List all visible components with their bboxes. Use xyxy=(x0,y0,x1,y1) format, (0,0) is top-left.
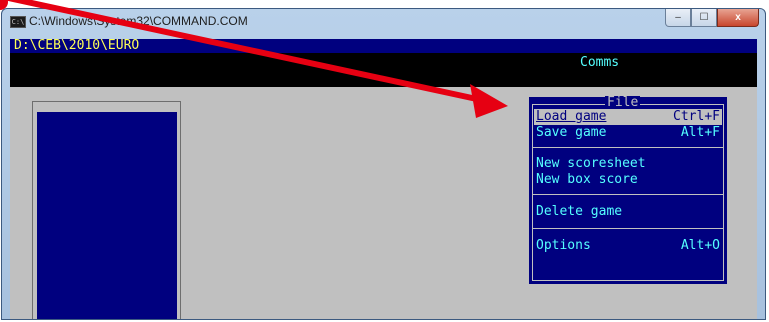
menu-separator xyxy=(532,228,724,229)
file-menu: File Load game Ctrl+F Save game Alt+F Ne… xyxy=(529,95,727,284)
menu-item-label: Delete game xyxy=(536,204,623,219)
maximize-icon: ☐ xyxy=(699,12,709,23)
menu-item-label: Save game xyxy=(536,125,607,140)
menu-item-shortcut: Alt+F xyxy=(680,125,720,140)
menu-separator xyxy=(532,194,724,195)
menu-item-label: Load game xyxy=(536,109,607,124)
menu-item-save-game[interactable]: Save game Alt+F xyxy=(534,125,722,141)
close-button[interactable]: x xyxy=(717,9,759,27)
menu-item-label: New box score xyxy=(536,172,638,187)
console-area[interactable]: D:\CEB\2010\EURO Comms File Load game Ct… xyxy=(10,39,757,319)
console-app-icon[interactable]: C:\ xyxy=(10,16,26,28)
menu-item-label: Options xyxy=(536,238,591,253)
menu-item-options[interactable]: Options Alt+O xyxy=(534,238,722,254)
command-window: C:\ C:\Windows\System32\COMMAND.COM – ☐ … xyxy=(1,8,766,320)
left-panel xyxy=(37,112,177,319)
title-bar[interactable]: C:\ C:\Windows\System32\COMMAND.COM – ☐ … xyxy=(2,9,765,33)
menu-comms[interactable]: Comms xyxy=(580,55,619,70)
menu-item-new-box-score[interactable]: New box score xyxy=(534,172,722,188)
minimize-icon: – xyxy=(675,12,681,23)
menu-item-label: New scoresheet xyxy=(536,156,646,171)
minimize-button[interactable]: – xyxy=(665,9,691,27)
path-bar: D:\CEB\2010\EURO xyxy=(10,39,757,53)
menu-item-shortcut: Alt+O xyxy=(680,238,720,253)
close-icon: x xyxy=(735,12,741,23)
current-path: D:\CEB\2010\EURO xyxy=(14,39,140,53)
caption-buttons: – ☐ x xyxy=(665,9,759,27)
maximize-button[interactable]: ☐ xyxy=(691,9,717,27)
menu-item-delete-game[interactable]: Delete game xyxy=(534,204,722,220)
menu-item-load-game[interactable]: Load game Ctrl+F xyxy=(534,109,722,125)
dos-menu-bar: Comms xyxy=(10,53,757,87)
left-panel-frame xyxy=(32,101,181,319)
menu-separator xyxy=(532,147,724,148)
window-title: C:\Windows\System32\COMMAND.COM xyxy=(29,14,248,28)
file-menu-title: File xyxy=(605,95,641,110)
menu-item-shortcut: Ctrl+F xyxy=(673,109,720,124)
menu-item-new-scoresheet[interactable]: New scoresheet xyxy=(534,156,722,172)
